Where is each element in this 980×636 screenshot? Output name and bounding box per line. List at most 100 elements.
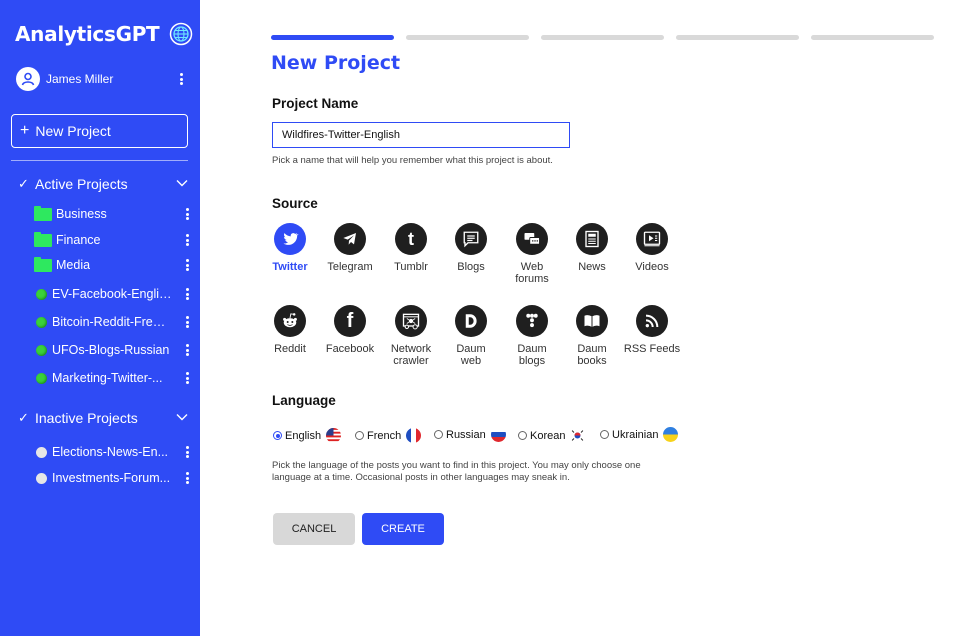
source-twitter[interactable]: Twitter (260, 223, 320, 273)
folder-menu-icon[interactable] (182, 257, 192, 273)
source-blogs[interactable]: Blogs (441, 223, 501, 273)
daum-web-icon (455, 305, 487, 337)
inactive-projects-toggle[interactable]: ✓ Inactive Projects (18, 408, 188, 428)
source-label: News (578, 261, 606, 273)
project-menu-icon[interactable] (182, 286, 192, 302)
sidebar-project-item[interactable]: Bitcoin-Reddit-French (34, 313, 190, 331)
source-daum-books[interactable]: Daum books (562, 305, 622, 367)
facebook-icon: f (334, 305, 366, 337)
project-menu-icon[interactable] (182, 342, 192, 358)
source-label: Daum books (577, 343, 607, 367)
source-label: Facebook (325, 343, 375, 355)
wizard-step (676, 35, 799, 40)
source-label: Daum blogs (517, 343, 547, 367)
user-menu-icon[interactable] (176, 71, 186, 87)
project-label: Investments-Forum... (52, 471, 171, 485)
folder-icon (34, 205, 52, 221)
globe-icon (170, 22, 193, 46)
language-option-russian[interactable]: Russian (434, 427, 506, 442)
source-videos[interactable]: Videos (622, 223, 682, 273)
source-reddit[interactable]: Reddit (260, 305, 320, 355)
source-label: Blogs (457, 261, 485, 273)
source-rss-feeds[interactable]: RSS Feeds (622, 305, 682, 355)
folder-menu-icon[interactable] (182, 232, 192, 248)
project-label: UFOs-Blogs-Russian (52, 343, 170, 357)
sidebar-divider (11, 160, 188, 161)
chevron-down-icon (176, 180, 188, 187)
new-project-button[interactable]: + New Project (11, 114, 188, 148)
radio-button[interactable] (600, 430, 609, 439)
language-label: French (367, 429, 402, 442)
source-network-crawler[interactable]: Network crawler (381, 305, 441, 367)
sidebar-project-item[interactable]: Elections-News-En... (34, 443, 190, 461)
language-option-ukrainian[interactable]: Ukrainian (600, 427, 679, 442)
create-button[interactable]: CREATE (362, 513, 444, 545)
project-menu-icon[interactable] (182, 444, 192, 460)
source-daum-blogs[interactable]: Daum blogs (502, 305, 562, 367)
daum-books-icon (576, 305, 608, 337)
network-crawler-icon (395, 305, 427, 337)
source-tumblr[interactable]: t Tumblr (381, 223, 441, 273)
folder-label: Business (56, 207, 107, 221)
radio-button[interactable] (273, 431, 282, 440)
blogs-icon (455, 223, 487, 255)
source-facebook[interactable]: f Facebook (320, 305, 380, 355)
sidebar-project-item[interactable]: UFOs-Blogs-Russian (34, 341, 190, 359)
source-label: Tumblr (394, 261, 428, 273)
check-icon: ✓ (18, 176, 29, 191)
folder-menu-icon[interactable] (182, 206, 192, 222)
sidebar-project-item[interactable]: Investments-Forum... (34, 469, 190, 487)
wizard-step (271, 35, 394, 40)
rss-icon (636, 305, 668, 337)
russia-flag-icon (490, 427, 506, 442)
sidebar-project-item[interactable]: EV-Facebook-English (34, 285, 190, 303)
user-name: James Miller (46, 72, 114, 86)
language-option-english[interactable]: English (273, 428, 342, 443)
language-option-french[interactable]: French (355, 428, 422, 443)
twitter-icon (274, 223, 306, 255)
brand[interactable]: AnalyticsGPT (15, 22, 193, 46)
active-status-dot (36, 288, 47, 300)
sidebar-folder-finance[interactable]: Finance (34, 231, 190, 249)
language-label: Ukrainian (612, 428, 659, 441)
plus-icon: + (20, 122, 30, 139)
source-label: Daum web (456, 343, 486, 367)
user-profile[interactable]: James Miller (16, 66, 192, 92)
videos-icon (636, 223, 668, 255)
source-daum-web[interactable]: Daum web (441, 305, 501, 367)
inactive-status-dot (36, 446, 47, 458)
project-name-input[interactable] (272, 122, 570, 148)
source-web-forums[interactable]: Web forums (502, 223, 562, 285)
source-telegram[interactable]: Telegram (320, 223, 380, 273)
project-menu-icon[interactable] (182, 314, 192, 330)
source-label: RSS Feeds (623, 343, 681, 355)
brand-name: AnalyticsGPT (15, 22, 160, 46)
main-content: New Project Project Name Pick a name tha… (200, 0, 980, 636)
radio-button[interactable] (355, 431, 364, 440)
project-menu-icon[interactable] (182, 370, 192, 386)
reddit-icon (274, 305, 306, 337)
web-forums-icon (516, 223, 548, 255)
project-label: Marketing-Twitter-... (52, 371, 163, 385)
project-menu-icon[interactable] (182, 470, 192, 486)
sidebar-folder-business[interactable]: Business (34, 205, 190, 223)
cancel-button[interactable]: CANCEL (273, 513, 355, 545)
wizard-step (541, 35, 664, 40)
project-label: EV-Facebook-English (52, 287, 172, 301)
source-label: Network crawler (390, 343, 432, 367)
chevron-down-icon (176, 414, 188, 421)
inactive-projects-heading: Inactive Projects (35, 410, 138, 426)
source-label: Videos (635, 261, 669, 273)
new-project-label: New Project (35, 123, 111, 139)
tumblr-icon: t (395, 223, 427, 255)
active-projects-heading: Active Projects (35, 176, 128, 192)
radio-button[interactable] (518, 431, 527, 440)
sidebar-folder-media[interactable]: Media (34, 256, 190, 274)
source-label: Twitter (272, 261, 308, 273)
language-option-korean[interactable]: Korean (518, 428, 586, 443)
active-projects-toggle[interactable]: ✓ Active Projects (18, 174, 188, 194)
sidebar-project-item[interactable]: Marketing-Twitter-... (34, 369, 190, 387)
france-flag-icon (406, 428, 422, 443)
source-news[interactable]: News (562, 223, 622, 273)
radio-button[interactable] (434, 430, 443, 439)
